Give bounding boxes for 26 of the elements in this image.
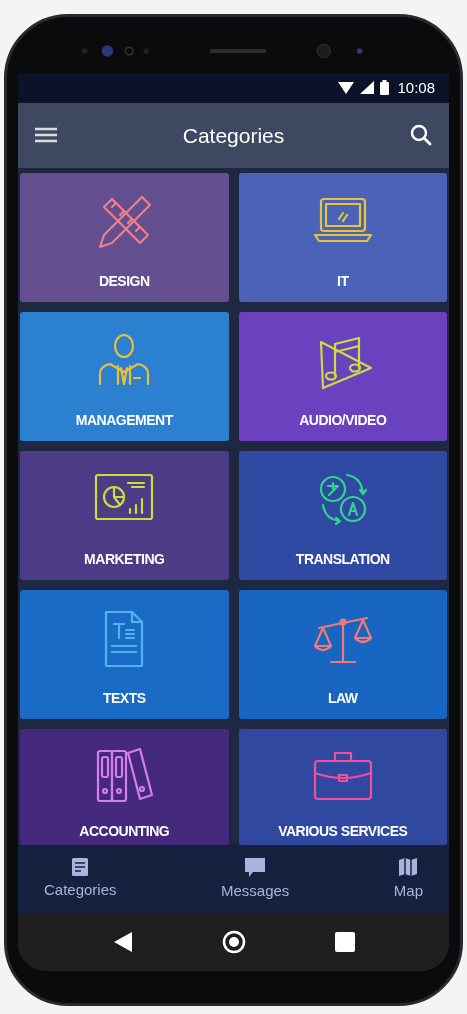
wifi-icon [338,81,355,94]
category-tile[interactable]: VARIOUS SERVICES [238,729,447,845]
back-icon[interactable] [112,931,135,953]
category-tile[interactable]: LAW [238,590,447,719]
nav-tab[interactable]: Map [391,855,425,903]
status-time: 10:08 [397,77,435,98]
category-tile[interactable]: MARKETING [20,451,229,580]
category-tile[interactable]: AUDIO/VIDEO [238,312,447,441]
chat-bubble-icon [243,855,268,878]
map-icon [397,855,420,878]
category-tile[interactable]: TEXTS [20,590,229,719]
nav-tab[interactable]: Categories [42,856,119,902]
battery-icon [380,80,390,96]
signal-icon [360,81,375,95]
recents-icon[interactable] [334,932,355,952]
search-icon [410,124,432,147]
menu-icon [35,127,57,144]
nav-tab[interactable]: Messages [219,855,292,903]
category-tile[interactable]: MANAGEMENT [20,312,229,441]
category-tile[interactable]: ACCOUNTING [20,729,229,845]
category-tile[interactable]: TRANSLATION [238,451,447,580]
category-tile[interactable]: DESIGN [20,173,229,302]
document-list-icon [70,856,91,877]
app-title: Categories [182,122,285,149]
home-icon[interactable] [222,930,247,954]
category-tile[interactable]: IT [238,173,447,302]
